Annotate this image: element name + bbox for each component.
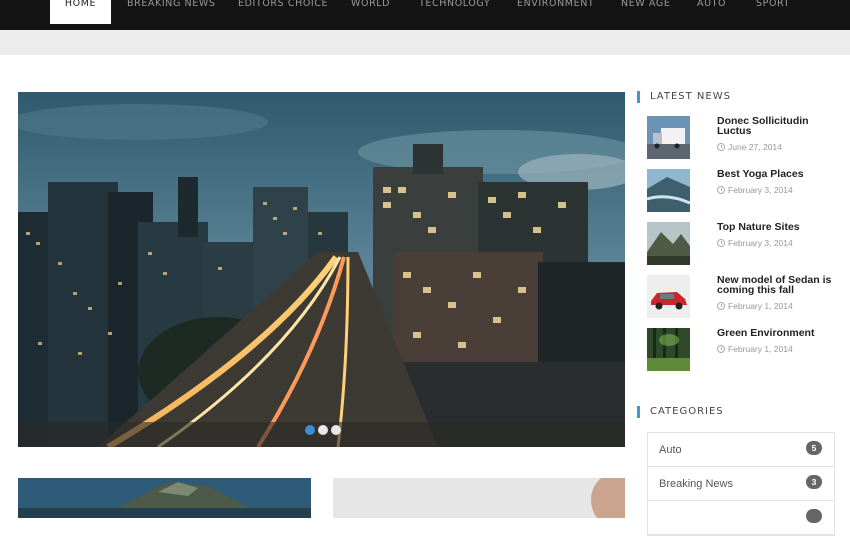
category-count-badge: 3	[806, 475, 822, 489]
truck-image[interactable]	[647, 116, 690, 159]
nav-item-environment[interactable]: ENVIRONMENT	[517, 0, 594, 24]
category-count-badge	[806, 509, 822, 523]
news-title[interactable]: New model of Sedan is coming this fall	[717, 275, 842, 296]
news-item[interactable]: Donec Sollicitudin Luctus June 27, 2014	[647, 116, 847, 160]
nav-item-breaking-news[interactable]: BREAKING NEWS	[127, 0, 215, 24]
mountain-image[interactable]	[647, 222, 690, 265]
news-item[interactable]: Top Nature Sites February 3, 2014	[647, 222, 847, 266]
categories-heading: CATEGORIES	[637, 406, 724, 418]
nav-item-world[interactable]: WORLD	[351, 0, 390, 24]
slider-dot-2[interactable]	[318, 425, 328, 435]
category-item-auto[interactable]: Auto 5	[648, 433, 834, 467]
category-list: Auto 5 Breaking News 3	[647, 432, 835, 536]
mountain-lake-image	[18, 478, 311, 518]
main-navigation: HOME BREAKING NEWS EDITORS CHOICE WORLD …	[0, 0, 850, 30]
red-car-image[interactable]	[647, 275, 690, 318]
news-date: February 3, 2014	[717, 185, 793, 195]
latest-news-heading: LATEST NEWS	[637, 91, 731, 103]
category-item-breaking-news[interactable]: Breaking News 3	[648, 467, 834, 501]
news-date: February 1, 2014	[717, 301, 793, 311]
lake-image[interactable]	[647, 169, 690, 212]
slider-dot-3[interactable]	[331, 425, 341, 435]
clock-icon	[717, 186, 725, 194]
news-title[interactable]: Green Environment	[717, 328, 842, 339]
article-thumbnail-mountain[interactable]	[18, 478, 311, 518]
news-date-text: February 3, 2014	[728, 238, 793, 248]
nav-item-technology[interactable]: TECHNOLOGY	[419, 0, 490, 24]
news-date-text: June 27, 2014	[728, 142, 782, 152]
news-date-text: February 1, 2014	[728, 301, 793, 311]
category-item-partial[interactable]	[648, 501, 834, 535]
category-label[interactable]: Breaking News	[659, 478, 733, 490]
portrait-image	[333, 478, 625, 518]
clock-icon	[717, 143, 725, 151]
nav-item-home[interactable]: HOME	[50, 0, 111, 24]
slider-dot-1[interactable]	[305, 425, 315, 435]
news-item[interactable]: New model of Sedan is coming this fall F…	[647, 275, 847, 319]
clock-icon	[717, 239, 725, 247]
city-night-image	[18, 92, 625, 447]
news-date: February 1, 2014	[717, 344, 793, 354]
news-item[interactable]: Best Yoga Places February 3, 2014	[647, 169, 847, 213]
news-title[interactable]: Top Nature Sites	[717, 222, 842, 233]
nav-item-editors-choice[interactable]: EDITORS CHOICE	[238, 0, 328, 24]
news-title[interactable]: Best Yoga Places	[717, 169, 842, 180]
news-date: June 27, 2014	[717, 142, 782, 152]
nav-item-auto[interactable]: AUTO	[697, 0, 726, 24]
news-item[interactable]: Green Environment February 1, 2014	[647, 328, 847, 372]
news-date-text: February 3, 2014	[728, 185, 793, 195]
forest-image[interactable]	[647, 328, 690, 371]
nav-item-sport[interactable]: SPORT	[756, 0, 790, 24]
sub-header-bar	[0, 30, 850, 55]
news-date-text: February 1, 2014	[728, 344, 793, 354]
clock-icon	[717, 302, 725, 310]
clock-icon	[717, 345, 725, 353]
category-count-badge: 5	[806, 441, 822, 455]
slider-pagination	[305, 425, 345, 435]
category-label[interactable]: Auto	[659, 444, 682, 456]
featured-slider[interactable]	[18, 92, 625, 447]
nav-item-new-age[interactable]: NEW AGE	[621, 0, 670, 24]
news-date: February 3, 2014	[717, 238, 793, 248]
news-title[interactable]: Donec Sollicitudin Luctus	[717, 116, 842, 137]
article-thumbnail-portrait[interactable]	[333, 478, 625, 518]
